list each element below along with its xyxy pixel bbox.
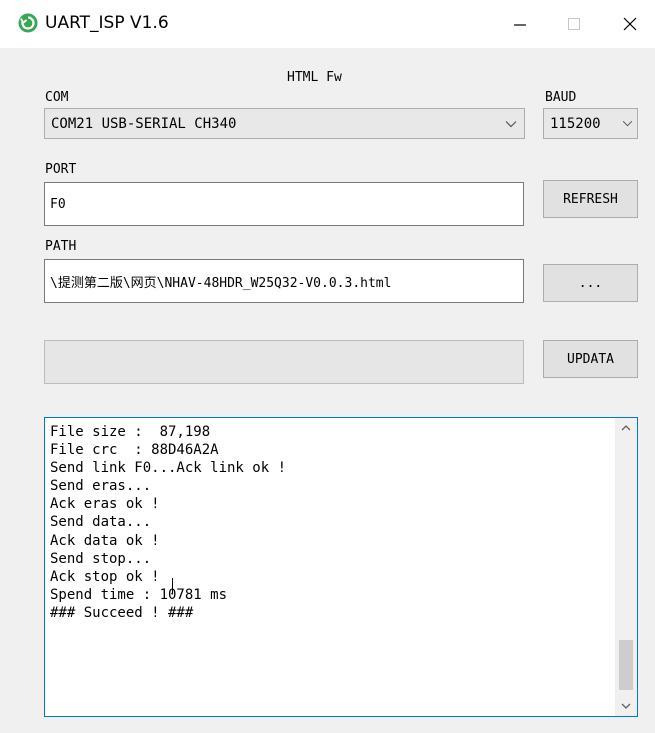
log-line: Send link F0...Ack link ok ! xyxy=(50,460,287,477)
baud-select-value: 115200 xyxy=(550,115,601,132)
log-line: Ack eras ok ! xyxy=(50,496,160,513)
log-line: Send data... xyxy=(50,514,152,531)
log-line: File size : 87,198 xyxy=(50,424,211,440)
progress-bar xyxy=(44,340,524,384)
log-line: Send eras... xyxy=(50,478,152,495)
log-line: Send stop... xyxy=(50,550,152,567)
baud-label: BAUD xyxy=(545,90,577,105)
minimize-button[interactable] xyxy=(497,6,543,42)
chevron-up-icon xyxy=(621,425,631,431)
window-title: UART_ISP V1.6 xyxy=(45,13,169,33)
chevron-down-icon xyxy=(502,109,520,138)
path-label: PATH xyxy=(45,239,77,254)
log-scrollbar[interactable] xyxy=(615,418,637,716)
maximize-icon xyxy=(568,18,580,30)
refresh-button[interactable]: REFRESH xyxy=(543,180,638,218)
port-label: PORT xyxy=(45,162,77,177)
scroll-down-button[interactable] xyxy=(615,696,637,716)
log-line: Ack stop ok ! xyxy=(50,568,160,585)
maximize-button[interactable] xyxy=(551,6,597,42)
text-caret xyxy=(172,578,173,594)
baud-select[interactable]: 115200 xyxy=(543,108,638,139)
close-button[interactable] xyxy=(607,6,653,42)
log-line: Spend time : 10781 ms xyxy=(50,586,228,603)
minimize-icon xyxy=(514,24,526,26)
title-bar[interactable]: UART_ISP V1.6 xyxy=(0,0,655,48)
chevron-down-icon xyxy=(621,703,631,709)
log-output[interactable]: File size : 87,198 File crc : 88D46A2A Sen… xyxy=(44,417,638,717)
browse-button[interactable]: ... xyxy=(543,264,638,302)
firmware-header-label: HTML Fw xyxy=(287,70,342,85)
com-select-value: COM21 USB-SERIAL CH340 xyxy=(51,115,237,132)
port-input[interactable]: F0 xyxy=(44,182,524,226)
close-icon xyxy=(623,17,637,31)
refresh-circle-icon xyxy=(18,13,38,33)
path-input[interactable]: \提测第二版\网页\NHAV-48HDR_W25Q32-V0.0.3.html xyxy=(44,259,524,303)
log-line: ### Succeed ! ### xyxy=(50,604,194,621)
scroll-up-button[interactable] xyxy=(615,418,637,438)
log-lines: File size : 87,198 File crc : 88D46A2A Sen… xyxy=(50,423,610,622)
main-panel: HTML Fw COM COM21 USB-SERIAL CH340 BAUD … xyxy=(0,48,655,733)
scroll-thumb[interactable] xyxy=(619,640,633,690)
com-label: COM xyxy=(45,90,69,105)
com-select[interactable]: COM21 USB-SERIAL CH340 xyxy=(44,108,525,139)
updata-button[interactable]: UPDATA xyxy=(543,340,638,378)
chevron-down-icon xyxy=(620,109,634,138)
log-line: Ack data ok ! xyxy=(50,532,160,549)
log-line: File crc : 88D46A2A xyxy=(50,442,219,459)
